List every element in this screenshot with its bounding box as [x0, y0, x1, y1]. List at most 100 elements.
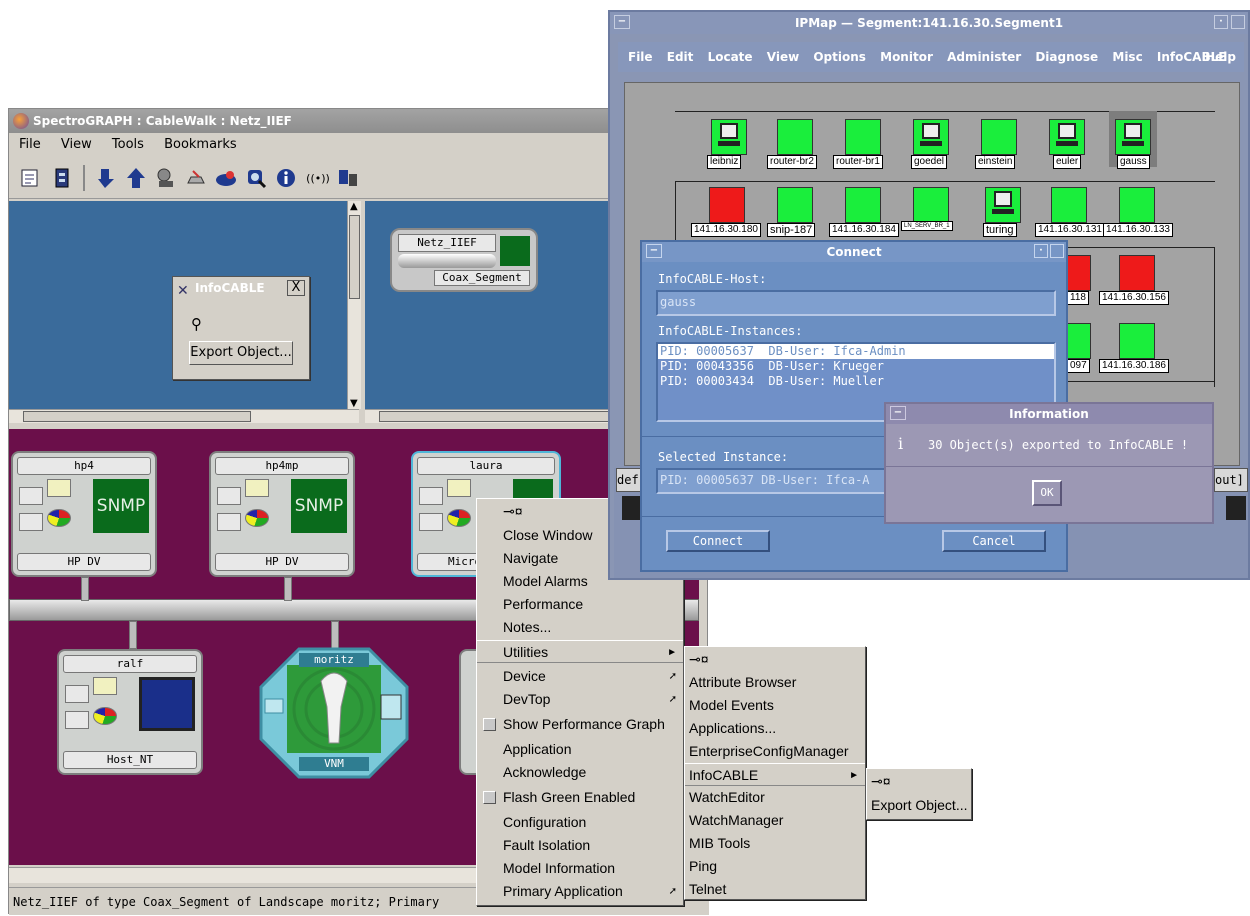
menu-item-watch-editor[interactable]: WatchEditor — [685, 786, 865, 809]
menu-item-model-information[interactable]: Model Information — [477, 857, 683, 880]
device-ralf[interactable]: ralf Host_NT — [57, 649, 203, 775]
scroll-down-icon[interactable]: ▼ — [350, 398, 358, 409]
menu-item-configuration[interactable]: Configuration — [477, 811, 683, 834]
node-einstein[interactable] — [981, 119, 1017, 155]
navigate-up-icon[interactable] — [123, 165, 149, 191]
menu-item-device[interactable]: Device ➚ — [477, 665, 683, 688]
menu-item-watch-manager[interactable]: WatchManager — [685, 809, 865, 832]
search-icon[interactable] — [243, 165, 269, 191]
menu-item-notes[interactable]: Notes... — [477, 616, 683, 639]
navigate-down-icon[interactable] — [93, 165, 119, 191]
menu-item-show-performance-graph[interactable]: Show Performance Graph — [477, 713, 683, 736]
menu-item-label: Primary Application — [503, 883, 623, 899]
menu-item-telnet[interactable]: Telnet — [685, 878, 865, 901]
maximize-button[interactable] — [1231, 15, 1245, 29]
menu-monitor[interactable]: Monitor — [880, 42, 933, 72]
list-item[interactable]: PID: 00003434 DB-User: Mueller — [658, 374, 1054, 389]
menu-bookmarks[interactable]: Bookmarks — [154, 133, 243, 152]
menu-options[interactable]: Options — [813, 42, 866, 72]
node-router-br2[interactable] — [777, 119, 813, 155]
menu-file[interactable]: File — [9, 133, 47, 152]
tearoff-pin-icon[interactable]: ⊸¤ — [503, 503, 523, 520]
close-button[interactable]: X — [287, 280, 305, 296]
node-141-16-30-133[interactable] — [1119, 187, 1155, 223]
node-141-16-30-180[interactable] — [709, 187, 745, 223]
pie-chart-icon — [447, 509, 471, 527]
node-router-br1[interactable] — [845, 119, 881, 155]
tearoff-pin-icon[interactable]: ⊸¤ — [689, 651, 709, 668]
menu-tools[interactable]: Tools — [102, 133, 150, 152]
archive-icon[interactable] — [49, 165, 75, 191]
node-141-16-30-156[interactable] — [1119, 255, 1155, 291]
menu-item-fault-isolation[interactable]: Fault Isolation — [477, 834, 683, 857]
menu-item-performance[interactable]: Performance — [477, 593, 683, 616]
device-hp4mp[interactable]: hp4mp SNMP HP DV — [209, 451, 355, 577]
menu-item-enterprise-config-manager[interactable]: EnterpriseConfigManager — [685, 740, 865, 763]
window-menu-button[interactable]: − — [890, 406, 906, 420]
cancel-button[interactable]: Cancel — [942, 530, 1046, 552]
coax-segment-object[interactable]: Netz_IIEF Coax_Segment — [390, 228, 538, 292]
scrollbar-thumb[interactable] — [23, 411, 251, 422]
menu-file[interactable]: File — [628, 42, 653, 72]
scrollbar-thumb[interactable] — [349, 215, 360, 299]
node-141-16-30-184[interactable] — [845, 187, 881, 223]
network-icon[interactable] — [213, 165, 239, 191]
vertical-scrollbar[interactable]: ▲ ▼ — [347, 201, 361, 409]
list-item[interactable]: PID: 00005637 DB-User: Ifca-Admin — [658, 344, 1054, 359]
host-input[interactable]: gauss — [656, 290, 1056, 316]
checkbox[interactable] — [483, 718, 496, 731]
node-ln-serv-br-1[interactable] — [913, 187, 949, 223]
export-object-button[interactable]: Export Object... — [189, 341, 293, 365]
notepad-icon[interactable] — [17, 165, 43, 191]
menu-item-ping[interactable]: Ping — [685, 855, 865, 878]
x-logo-icon: ✕ — [177, 283, 189, 299]
tearoff-pin-icon[interactable]: ⊸¤ — [871, 773, 891, 790]
instances-label: InfoCABLE-Instances: — [658, 324, 803, 338]
node-label: 141.16.30.180 — [691, 223, 761, 237]
menu-item-devtop[interactable]: DevTop ➚ — [477, 688, 683, 711]
menu-item-flash-green-enabled[interactable]: Flash Green Enabled — [477, 786, 683, 809]
node-141-16-30-186[interactable] — [1119, 323, 1155, 359]
minimize-button[interactable]: · — [1034, 244, 1048, 258]
device-moritz[interactable]: moritz VNM — [259, 647, 409, 779]
tools-icon[interactable] — [335, 165, 361, 191]
alarm-icon[interactable] — [183, 165, 209, 191]
menu-item-export-object[interactable]: Export Object... — [867, 794, 971, 817]
menu-item-label: InfoCABLE — [689, 767, 759, 783]
menu-view[interactable]: View — [767, 42, 799, 72]
menu-misc[interactable]: Misc — [1112, 42, 1142, 72]
menu-help[interactable]: Help — [1205, 42, 1236, 72]
menu-diagnose[interactable]: Diagnose — [1035, 42, 1098, 72]
graph-icon — [93, 677, 117, 695]
broadcast-icon[interactable]: ((•)) — [305, 165, 331, 191]
connect-button[interactable]: Connect — [666, 530, 770, 552]
locate-icon[interactable] — [153, 165, 179, 191]
info-icon[interactable] — [273, 165, 299, 191]
node-141-16-30-131[interactable] — [1051, 187, 1087, 223]
menu-item-utilities[interactable]: Utilities ► — [477, 640, 683, 663]
menu-item-application[interactable]: Application — [477, 738, 683, 761]
menu-item-mib-tools[interactable]: MIB Tools — [685, 832, 865, 855]
maximize-button[interactable] — [1050, 244, 1064, 258]
ok-button[interactable]: OK — [1032, 480, 1062, 506]
menu-item-infocable[interactable]: InfoCABLE ► — [685, 763, 865, 786]
terminal-icon — [920, 123, 942, 147]
checkbox[interactable] — [483, 791, 496, 804]
horizontal-scrollbar[interactable] — [9, 409, 359, 423]
menu-administer[interactable]: Administer — [947, 42, 1021, 72]
menu-item-applications[interactable]: Applications... — [685, 717, 865, 740]
window-menu-button[interactable]: − — [614, 15, 630, 29]
menu-item-primary-application[interactable]: Primary Application ➚ — [477, 880, 683, 903]
menu-item-acknowledge[interactable]: Acknowledge — [477, 761, 683, 784]
menu-locate[interactable]: Locate — [708, 42, 753, 72]
list-item[interactable]: PID: 00043356 DB-User: Krueger — [658, 359, 1054, 374]
node-snip-187[interactable] — [777, 187, 813, 223]
menu-view[interactable]: View — [51, 133, 98, 152]
menu-edit[interactable]: Edit — [667, 42, 694, 72]
scroll-up-icon[interactable]: ▲ — [350, 201, 358, 212]
menu-item-attribute-browser[interactable]: Attribute Browser — [685, 671, 865, 694]
menu-item-model-events[interactable]: Model Events — [685, 694, 865, 717]
minimize-button[interactable]: · — [1214, 15, 1228, 29]
device-hp4[interactable]: hp4 SNMP HP DV — [11, 451, 157, 577]
window-menu-button[interactable]: − — [646, 244, 662, 258]
